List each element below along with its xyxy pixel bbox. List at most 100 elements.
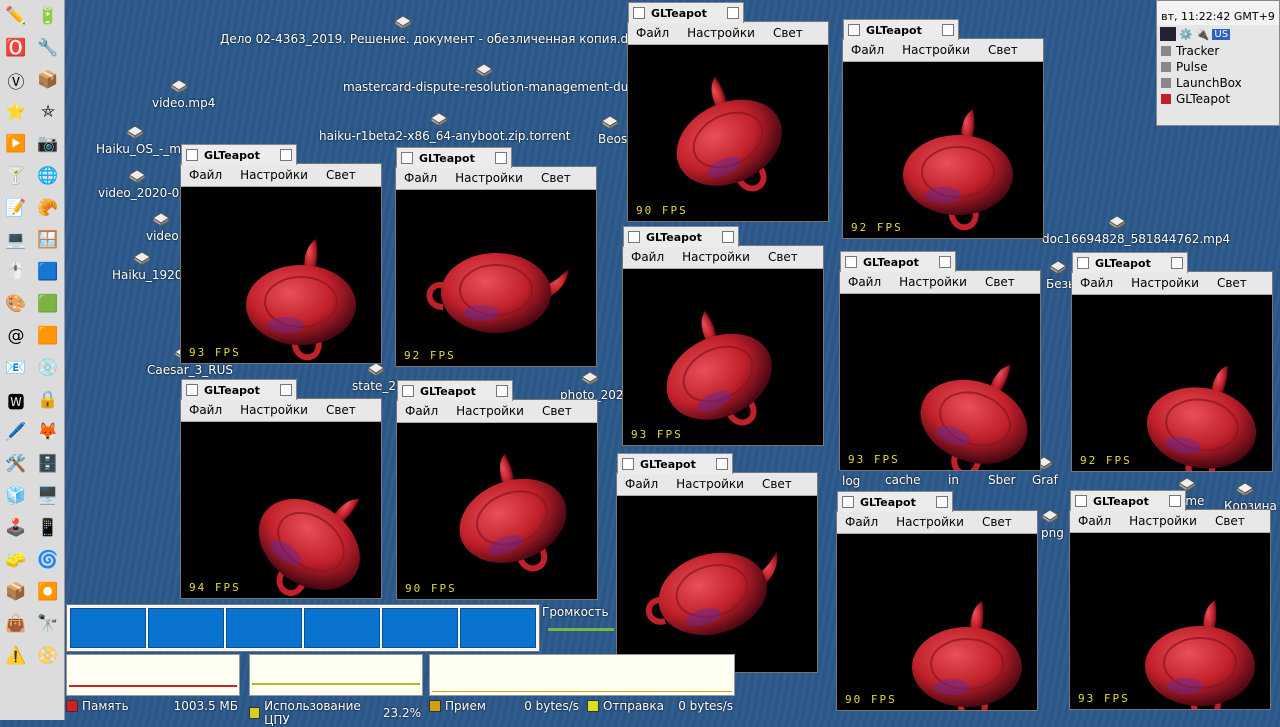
- window-tab[interactable]: GLTeapot: [1070, 490, 1186, 511]
- menu-settings[interactable]: Настройки: [687, 26, 755, 40]
- menu-settings[interactable]: Настройки: [1129, 514, 1197, 528]
- deskbar-item[interactable]: LaunchBox: [1157, 75, 1279, 91]
- desktop-item-label[interactable]: log: [842, 474, 860, 488]
- render-view[interactable]: 93 FPS: [840, 294, 1040, 470]
- fox-icon[interactable]: 🦊: [32, 416, 64, 448]
- close-icon[interactable]: [402, 385, 414, 397]
- menu-file[interactable]: Файл: [851, 43, 884, 57]
- eraser-icon[interactable]: 🧽: [0, 544, 32, 576]
- cube-icon[interactable]: 🧊: [0, 480, 32, 512]
- desktop-item-label[interactable]: state_20: [352, 379, 404, 393]
- cd-icon[interactable]: 💿: [32, 352, 64, 384]
- window-tab[interactable]: GLTeapot: [628, 2, 744, 23]
- close-icon[interactable]: [842, 496, 854, 508]
- window-tab[interactable]: GLTeapot: [1072, 252, 1188, 273]
- menu-file[interactable]: Файл: [1080, 276, 1113, 290]
- glteapot-window[interactable]: GLTeapot Файл Настройки Свет 93 FPS: [180, 144, 382, 364]
- file-icon[interactable]: [128, 169, 146, 185]
- w-icon[interactable]: 🆆: [0, 384, 32, 416]
- drive-icon[interactable]: 🗄️: [32, 448, 64, 480]
- menu-light[interactable]: Свет: [326, 168, 356, 182]
- lock-icon[interactable]: 🔒: [32, 384, 64, 416]
- language-badge[interactable]: US: [1212, 28, 1231, 40]
- desktop-item-label[interactable]: cache: [885, 473, 921, 487]
- desktop-item-label[interactable]: png: [1041, 526, 1064, 540]
- glteapot-window[interactable]: GLTeapot Файл Настройки Свет 93 FPS: [622, 226, 824, 446]
- render-view[interactable]: 93 FPS: [623, 269, 823, 445]
- windows-icon[interactable]: 🪟: [32, 224, 64, 256]
- file-icon[interactable]: [152, 212, 170, 228]
- file-icon[interactable]: [1041, 509, 1059, 525]
- bag-icon[interactable]: 👜: [0, 608, 32, 640]
- render-view[interactable]: 93 FPS: [1070, 533, 1270, 709]
- vim-icon[interactable]: Ⓥ: [0, 64, 32, 96]
- computer-icon[interactable]: 🖥️: [32, 480, 64, 512]
- menu-light[interactable]: Свет: [326, 403, 356, 417]
- volume-slider[interactable]: [548, 628, 614, 631]
- glteapot-window[interactable]: GLTeapot Файл Настройки Свет 90 FPS: [396, 380, 598, 600]
- network-icon[interactable]: 🔌: [1196, 28, 1210, 41]
- desktop-item-label[interactable]: doc16694828_581844762.mp4: [1042, 232, 1230, 246]
- telescope-icon[interactable]: 🔭: [32, 608, 64, 640]
- menu-settings[interactable]: Настройки: [899, 275, 967, 289]
- close-icon[interactable]: [186, 149, 198, 161]
- render-view[interactable]: 90 FPS: [628, 45, 828, 221]
- phone-icon[interactable]: 📱: [32, 512, 64, 544]
- menu-file[interactable]: Файл: [405, 404, 438, 418]
- glteapot-window[interactable]: GLTeapot Файл Настройки Свет 90 FPS: [616, 453, 818, 673]
- window-tab[interactable]: GLTeapot: [623, 226, 739, 247]
- package-icon[interactable]: 📦: [32, 64, 64, 96]
- menu-file[interactable]: Файл: [189, 403, 222, 417]
- disc-icon[interactable]: 📀: [32, 640, 64, 672]
- render-view[interactable]: 93 FPS: [181, 187, 381, 363]
- window-tab[interactable]: GLTeapot: [181, 144, 297, 165]
- file-icon[interactable]: [475, 63, 493, 79]
- desktop-item-label[interactable]: Sber: [988, 473, 1016, 487]
- word-icon[interactable]: 🟦: [32, 256, 64, 288]
- menu-file[interactable]: Файл: [404, 171, 437, 185]
- desktop-item-label[interactable]: Caesar_3_RUS: [147, 363, 233, 377]
- at-icon[interactable]: @: [0, 320, 32, 352]
- window-tab[interactable]: GLTeapot: [617, 453, 733, 474]
- render-view[interactable]: 92 FPS: [1072, 295, 1272, 471]
- swirl-icon[interactable]: 🌀: [32, 544, 64, 576]
- pulse-cpu-graph[interactable]: [66, 604, 540, 652]
- menu-light[interactable]: Свет: [982, 515, 1012, 529]
- window-tab[interactable]: GLTeapot: [840, 251, 956, 272]
- tools-icon[interactable]: 🔧: [32, 32, 64, 64]
- paint-icon[interactable]: 🎨: [0, 288, 32, 320]
- glteapot-window[interactable]: GLTeapot Файл Настройки Свет 90 FPS: [627, 2, 829, 222]
- menu-file[interactable]: Файл: [625, 477, 658, 491]
- network-graph[interactable]: [429, 654, 735, 696]
- menu-light[interactable]: Свет: [541, 171, 571, 185]
- zoom-icon[interactable]: [1168, 495, 1181, 507]
- file-icon[interactable]: [1049, 260, 1067, 276]
- deskbar-clock[interactable]: вт, 11:22:42 GMT+9: [1157, 1, 1279, 25]
- file-icon[interactable]: [133, 251, 151, 267]
- deskbar-item[interactable]: GLTeapot: [1157, 91, 1279, 107]
- menu-light[interactable]: Свет: [768, 250, 798, 264]
- desktop-item-label[interactable]: Graf: [1032, 473, 1058, 487]
- file-icon[interactable]: [126, 125, 144, 141]
- menu-file[interactable]: Файл: [636, 26, 669, 40]
- menu-light[interactable]: Свет: [1217, 276, 1247, 290]
- desktop-item-label[interactable]: Beos: [598, 132, 627, 146]
- memory-graph[interactable]: [66, 654, 240, 696]
- zoom-icon[interactable]: [495, 385, 508, 397]
- menu-settings[interactable]: Настройки: [682, 250, 750, 264]
- menu-file[interactable]: Файл: [848, 275, 881, 289]
- close-icon[interactable]: [633, 7, 645, 19]
- cursor-icon[interactable]: 🖱️: [0, 256, 32, 288]
- cone-icon[interactable]: ⚠️: [0, 640, 32, 672]
- glteapot-window[interactable]: GLTeapot Файл Настройки Свет 93 FPS: [839, 251, 1041, 471]
- zoom-icon[interactable]: [935, 496, 948, 508]
- render-view[interactable]: 90 FPS: [617, 496, 817, 672]
- close-icon[interactable]: [622, 458, 634, 470]
- window-tab[interactable]: GLTeapot: [397, 380, 513, 401]
- zoom-icon[interactable]: [726, 7, 739, 19]
- menu-settings[interactable]: Настройки: [896, 515, 964, 529]
- menu-file[interactable]: Файл: [1078, 514, 1111, 528]
- window-tab[interactable]: GLTeapot: [843, 19, 959, 40]
- deskbar-item[interactable]: Tracker: [1157, 43, 1279, 59]
- camera-icon[interactable]: 📷: [32, 128, 64, 160]
